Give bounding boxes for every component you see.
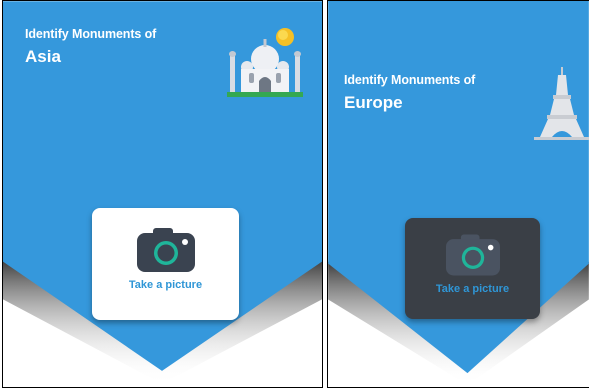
taj-mahal-icon — [227, 28, 303, 97]
header-kicker: Identify Monuments of — [344, 73, 476, 87]
screen-background — [328, 1, 589, 386]
header-kicker: Identify Monuments of — [25, 27, 157, 41]
screen-header: Identify Monuments of Europe — [344, 73, 475, 113]
camera-icon — [136, 228, 195, 272]
camera-icon — [445, 234, 500, 276]
take-picture-label: Take a picture — [128, 279, 203, 291]
europe-screen: Identify Monuments of Europe Take a pict… — [327, 0, 589, 388]
screen-header: Identify Monuments of Asia — [25, 27, 156, 67]
region-title: Europe — [344, 93, 403, 112]
asia-screen: Identify Monuments of Asia Take a pictur… — [2, 0, 323, 388]
take-picture-label: Take a picture — [435, 283, 510, 295]
region-title: Asia — [25, 47, 61, 66]
take-picture-button[interactable]: Take a picture — [92, 208, 239, 320]
take-picture-button[interactable]: Take a picture — [405, 218, 540, 319]
eiffel-tower-icon — [534, 67, 589, 140]
